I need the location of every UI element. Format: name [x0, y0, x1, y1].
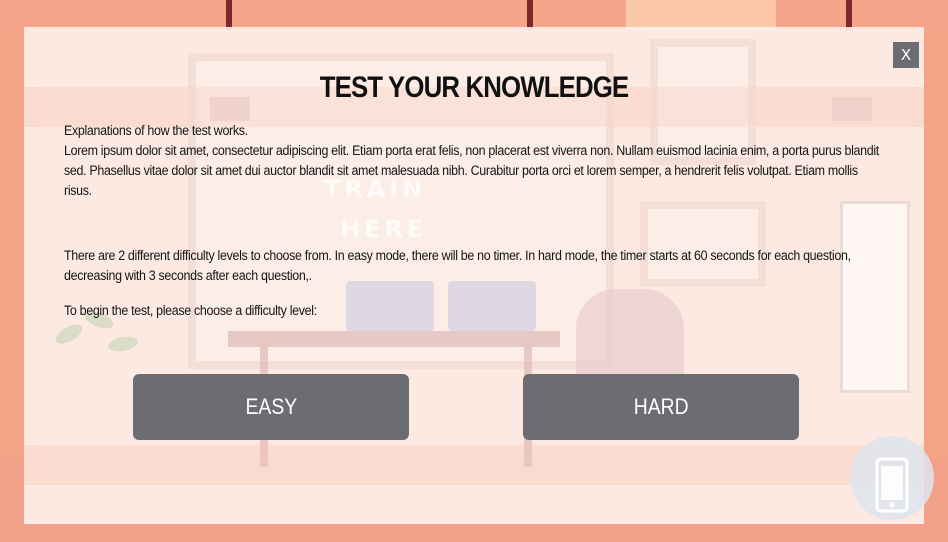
- easy-button[interactable]: EASY: [133, 374, 409, 440]
- ceiling-pole: [226, 0, 232, 30]
- intro-heading: Explanations of how the test works.: [64, 123, 248, 138]
- difficulty-prompt-text: To begin the test, please choose a diffi…: [64, 303, 317, 318]
- ceiling-pole: [527, 0, 533, 30]
- intro-text: Explanations of how the test works. Lore…: [64, 121, 882, 201]
- hard-button-label: HARD: [633, 394, 689, 419]
- easy-button-label: EASY: [245, 394, 297, 419]
- close-button[interactable]: X: [893, 42, 919, 68]
- quiz-dialog: TRAIN HERE X TEST YOUR KNOWLEDGE Explana…: [24, 27, 924, 524]
- top-frame: [0, 0, 948, 30]
- difficulty-prompt: To begin the test, please choose a diffi…: [64, 301, 882, 321]
- quiz-screen: TRAIN HERE X TEST YOUR KNOWLEDGE Explana…: [0, 0, 948, 542]
- hard-button[interactable]: HARD: [523, 374, 799, 440]
- page-title: TEST YOUR KNOWLEDGE: [319, 71, 629, 104]
- mobile-phone-icon: [875, 457, 909, 513]
- ceiling-pole: [846, 0, 852, 30]
- difficulty-info-text: There are 2 different difficulty levels …: [64, 248, 851, 283]
- train-sign-line2: HERE: [340, 215, 428, 243]
- close-icon: X: [900, 46, 912, 64]
- intro-body: Lorem ipsum dolor sit amet, consectetur …: [64, 143, 879, 198]
- mobile-view-button[interactable]: [850, 436, 934, 520]
- difficulty-info: There are 2 different difficulty levels …: [64, 246, 882, 286]
- easel-board: [840, 201, 910, 393]
- desk: [228, 331, 560, 347]
